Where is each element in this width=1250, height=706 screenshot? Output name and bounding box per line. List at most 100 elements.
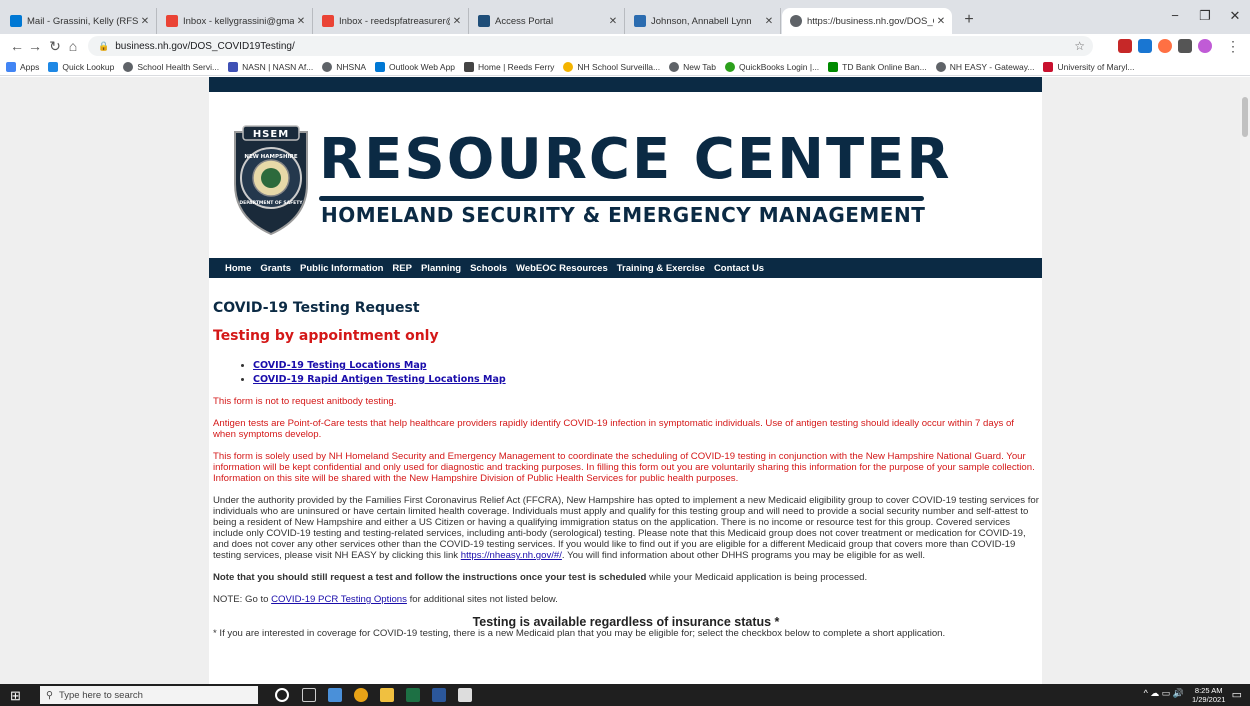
menu-kebab-icon[interactable]: ⋮	[1224, 37, 1242, 55]
bookmark-item[interactable]: New Tab	[669, 61, 716, 72]
antigen-notice: Antigen tests are Point-of-Care tests th…	[213, 418, 1014, 440]
bookmark-item[interactable]: NASN | NASN Af...	[228, 61, 313, 72]
page-scrollbar[interactable]	[1240, 77, 1250, 684]
bookmark-item[interactable]: University of Maryl...	[1043, 61, 1134, 72]
nav-grants[interactable]: Grants	[260, 263, 291, 274]
top-band	[209, 77, 1042, 92]
nav-training-exercise[interactable]: Training & Exercise	[617, 263, 705, 274]
bookmark-icon	[228, 61, 239, 72]
close-icon[interactable]: ✕	[138, 16, 152, 27]
new-tab-button[interactable]: +	[958, 10, 980, 32]
rapid-antigen-map-link[interactable]: COVID-19 Rapid Antigen Testing Locations…	[253, 374, 506, 385]
taskbar-clock[interactable]: 8:25 AM 1/29/2021	[1192, 686, 1225, 704]
close-window-button[interactable]: ✕	[1220, 8, 1250, 24]
reload-icon[interactable]: ↻	[46, 37, 64, 55]
home-icon[interactable]: ⌂	[64, 37, 82, 55]
nav-planning[interactable]: Planning	[421, 263, 461, 274]
minimize-button[interactable]: −	[1160, 8, 1190, 23]
nav-contact-us[interactable]: Contact Us	[714, 263, 764, 274]
bookmark-item[interactable]: School Health Servi...	[123, 61, 219, 72]
address-bar[interactable]: 🔒 business.nh.gov/DOS_COVID19Testing/ ☆	[88, 36, 1093, 56]
list-item: COVID-19 Testing Locations Map	[253, 359, 1039, 373]
map-links: COVID-19 Testing Locations Map COVID-19 …	[253, 359, 1039, 387]
bookmark-item[interactable]: TD Bank Online Ban...	[828, 61, 927, 72]
task-view-icon[interactable]	[302, 688, 316, 702]
puzzle-icon[interactable]	[1178, 39, 1192, 53]
chrome-icon[interactable]	[354, 688, 368, 702]
tab-1[interactable]: Inbox - kellygrassini@gmail.com✕	[158, 8, 313, 34]
medicaid-note: Note that you should still request a tes…	[213, 572, 868, 583]
word-icon[interactable]	[432, 688, 446, 702]
notifications-icon[interactable]: ▭	[1232, 688, 1242, 701]
portal-icon	[478, 15, 490, 27]
bookmark-item[interactable]: QuickBooks Login |...	[725, 61, 819, 72]
taskbar-search-input[interactable]: ⚲ Type here to search	[40, 686, 258, 704]
insurance-paragraph: * If you are interested in coverage for …	[213, 628, 946, 639]
page-viewport: HSEM NEW HAMPSHIRE DEPARTMENT OF SAFETY …	[0, 77, 1240, 684]
nav-rep[interactable]: REP	[392, 263, 412, 274]
close-icon[interactable]: ✕	[450, 16, 464, 27]
restore-button[interactable]: ❐	[1190, 8, 1220, 24]
system-tray-icons[interactable]: ^ ☁ ▭ 🔊	[1144, 688, 1184, 699]
page-title: COVID-19 Testing Request	[213, 300, 420, 316]
close-icon[interactable]: ✕	[762, 16, 776, 27]
bookmark-item[interactable]: NH EASY - Gateway...	[935, 61, 1034, 72]
privacy-notice: This form is solely used by NH Homeland …	[213, 451, 1035, 484]
globe-icon	[669, 61, 680, 72]
scrollbar-thumb[interactable]	[1242, 97, 1248, 137]
svg-text:DEPARTMENT OF SAFETY: DEPARTMENT OF SAFETY	[239, 200, 303, 206]
bookmark-icon	[48, 61, 59, 72]
shield-extension-icon[interactable]	[1118, 39, 1132, 53]
bookmark-item[interactable]: NH School Surveilla...	[563, 61, 660, 72]
url-text: business.nh.gov/DOS_COVID19Testing/	[115, 40, 295, 52]
nav-schools[interactable]: Schools	[470, 263, 507, 274]
title-rule	[319, 196, 924, 201]
bookmark-item[interactable]: Apps	[6, 61, 39, 72]
tab-0[interactable]: Mail - Grassini, Kelly (RFS) - Outl✕	[2, 8, 157, 34]
bookmark-item[interactable]: Quick Lookup	[48, 61, 114, 72]
pcr-testing-options-link[interactable]: COVID-19 PCR Testing Options	[271, 594, 407, 605]
bookmark-item[interactable]: Home | Reeds Ferry	[464, 61, 554, 72]
antibody-notice: This form is not to request anitbody tes…	[213, 396, 397, 407]
profile-avatar[interactable]	[1198, 39, 1212, 53]
forward-icon[interactable]: →	[26, 37, 44, 55]
bookmark-star-icon[interactable]: ☆	[1074, 39, 1085, 53]
nav-webeoc-resources[interactable]: WebEOC Resources	[516, 263, 608, 274]
page-column: HSEM NEW HAMPSHIRE DEPARTMENT OF SAFETY …	[209, 77, 1042, 684]
extension-icon[interactable]	[1158, 39, 1172, 53]
tab-4[interactable]: Johnson, Annabell Lynn ✕	[626, 8, 781, 34]
nav-public-information[interactable]: Public Information	[300, 263, 383, 274]
globe-icon	[790, 15, 802, 27]
tab-2[interactable]: Inbox - reedspfatreasurer@gmail✕	[314, 8, 469, 34]
close-icon[interactable]: ✕	[606, 16, 620, 27]
photos-icon[interactable]	[458, 688, 472, 702]
bookmarks-bar: Apps Quick Lookup School Health Servi...…	[0, 58, 1250, 76]
page-subtitle: Testing by appointment only	[213, 328, 439, 344]
close-icon[interactable]: ✕	[934, 16, 948, 27]
site-title: RESOURCE CENTER	[319, 127, 952, 192]
back-icon[interactable]: ←	[8, 37, 26, 55]
tab-strip: Mail - Grassini, Kelly (RFS) - Outl✕ Inb…	[0, 0, 1250, 34]
svg-text:HSEM: HSEM	[253, 129, 289, 140]
nheasy-link[interactable]: https://nheasy.nh.gov/#/	[461, 550, 562, 561]
nav-home[interactable]: Home	[225, 263, 251, 274]
file-explorer-icon[interactable]	[380, 688, 394, 702]
lock-icon: 🔒	[98, 40, 110, 51]
cortana-icon[interactable]	[275, 688, 289, 702]
ffcra-paragraph: Under the authority provided by the Fami…	[213, 495, 1039, 561]
windows-start-icon[interactable]: ⊞	[10, 688, 21, 704]
store-icon[interactable]	[328, 688, 342, 702]
outlook-icon	[10, 15, 22, 27]
globe-icon	[322, 61, 333, 72]
bookmark-icon	[464, 61, 475, 72]
testing-locations-map-link[interactable]: COVID-19 Testing Locations Map	[253, 360, 427, 371]
tab-3[interactable]: Access Portal ✕	[470, 8, 625, 34]
list-item: COVID-19 Rapid Antigen Testing Locations…	[253, 373, 1039, 387]
tab-5-active[interactable]: https://business.nh.gov/DOS_CO ✕	[782, 8, 952, 34]
extension-icon[interactable]	[1138, 39, 1152, 53]
close-icon[interactable]: ✕	[294, 16, 308, 27]
windows-taskbar: ⊞ ⚲ Type here to search ^ ☁ ▭ 🔊 8:25 AM 1/…	[0, 684, 1250, 706]
excel-icon[interactable]	[406, 688, 420, 702]
bookmark-item[interactable]: Outlook Web App	[375, 61, 455, 72]
bookmark-item[interactable]: NHSNA	[322, 61, 366, 72]
